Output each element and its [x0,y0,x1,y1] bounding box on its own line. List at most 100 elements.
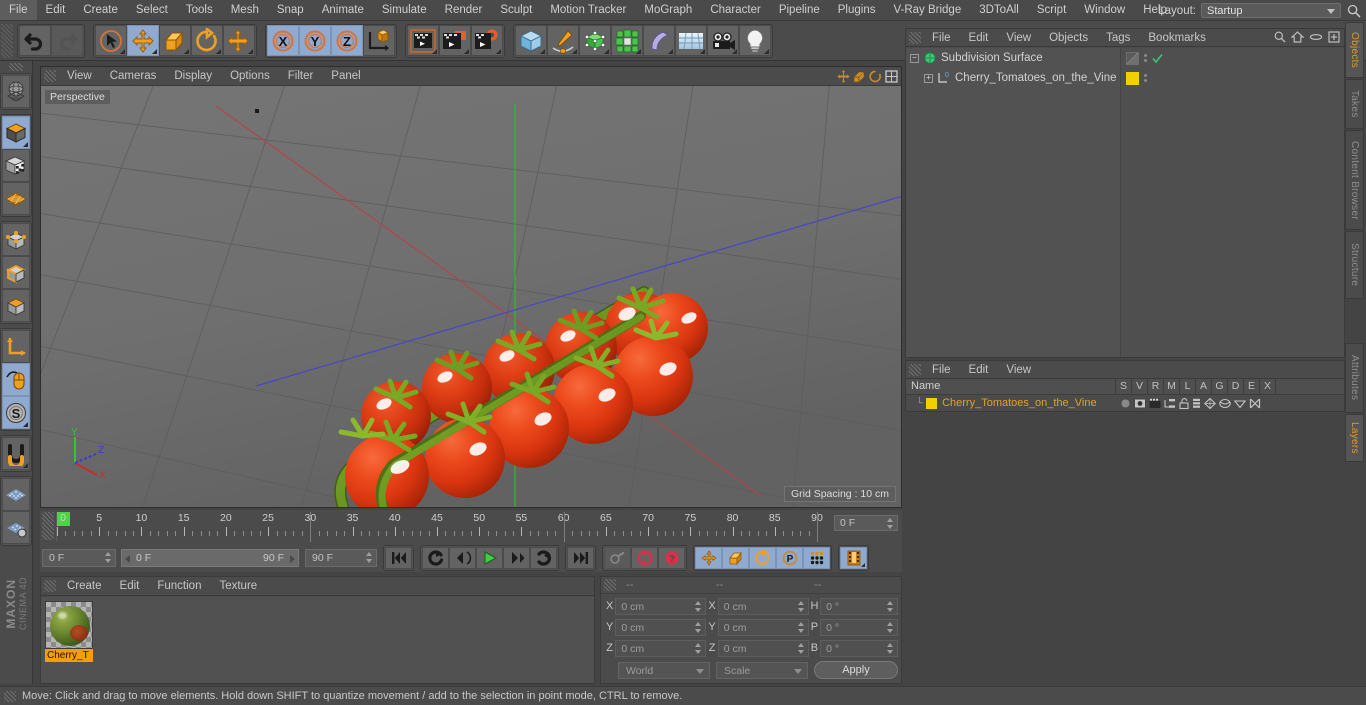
live-selection-tool[interactable] [95,25,127,56]
move-duplicate-tool[interactable] [223,25,255,56]
plus-box-icon[interactable] [1328,31,1340,43]
range-left-arrow-icon[interactable] [125,555,130,563]
scale-viewport-icon[interactable] [853,70,866,83]
timeline-max-frame-input[interactable]: 90 F [305,549,377,567]
material-menu-edit[interactable]: Edit [111,577,149,595]
step-back-button[interactable] [449,547,476,569]
object-row-cherry-tomatoes[interactable]: + 0 Cherry_Tomatoes_on_the_Vine [906,68,1120,88]
layer-menu-file[interactable]: File [923,361,960,379]
spinner-icon[interactable] [886,600,894,612]
polygons-mode-button[interactable] [2,289,30,322]
lock-x-axis[interactable]: X [267,25,299,56]
object-menu-edit[interactable]: Edit [960,29,998,47]
xref-icon[interactable] [1249,398,1261,409]
status-bar-grip[interactable] [4,690,16,702]
go-to-start-button[interactable] [385,547,412,569]
scale-tool[interactable] [159,25,191,56]
add-generator-button[interactable] [579,25,611,56]
solo-dot-icon[interactable] [1120,398,1131,409]
expression-icon[interactable] [1234,398,1246,409]
coord-rot-field-p[interactable]: 0 ° [820,618,898,636]
object-menu-bookmarks[interactable]: Bookmarks [1139,29,1215,47]
size-mode-dropdown[interactable]: Scale [715,661,808,679]
layer-column-a[interactable]: A [1196,379,1212,394]
add-light-button[interactable] [739,25,771,56]
search-icon[interactable] [1344,1,1364,21]
spinner-icon[interactable] [797,642,805,654]
edges-mode-button[interactable] [2,256,30,289]
menu-mograph[interactable]: MoGraph [635,0,701,20]
tab-objects[interactable]: Objects [1345,22,1364,78]
spinner-icon[interactable] [695,621,702,633]
coord-pos-field-z[interactable]: 0 cm [615,639,707,657]
left-toolbar-grip[interactable] [9,63,23,71]
go-to-next-key-button[interactable] [530,547,557,569]
layout-select[interactable]: Startup [1201,3,1341,18]
record-param-button[interactable]: P [776,547,803,569]
layer-row[interactable]: └ Cherry_Tomatoes_on_the_Vine [906,395,1344,411]
spinner-icon[interactable] [886,621,894,633]
viewport-solo-button[interactable] [2,363,30,396]
timeline-grip[interactable] [42,512,54,540]
toolbar-grip[interactable] [1,23,13,58]
menu-render[interactable]: Render [436,0,492,20]
viewport-menu-display[interactable]: Display [165,67,221,85]
search-icon[interactable] [1274,31,1286,43]
rotate-viewport-icon[interactable] [869,70,882,83]
record-scale-button[interactable] [722,547,749,569]
visible-eye-icon[interactable] [1134,398,1146,409]
coord-size-field-x[interactable]: 0 cm [717,597,809,615]
go-to-end-button[interactable] [567,547,594,569]
layer-color-swatch[interactable] [926,397,938,409]
coord-size-field-z[interactable]: 0 cm [717,639,809,657]
viewport-canvas[interactable]: Perspective Grid Spacing : 10 cm Y X Z [41,86,901,507]
viewport-menu-panel[interactable]: Panel [322,67,369,85]
apply-button[interactable]: Apply [813,661,898,679]
spinner-icon[interactable] [695,642,702,654]
menu-create[interactable]: Create [74,0,127,20]
object-menu-objects[interactable]: Objects [1040,29,1097,47]
object-axis-mode-button[interactable] [2,330,30,363]
step-forward-button[interactable] [503,547,530,569]
make-editable-button[interactable] [2,75,30,108]
timeline-range-slider[interactable]: 0 F 90 F [121,549,299,567]
layer-column-x[interactable]: X [1260,379,1276,394]
points-mode-button[interactable] [2,223,30,256]
spinner-icon[interactable] [797,621,805,633]
coord-pos-field-y[interactable]: 0 cm [615,618,707,636]
material-thumbnail[interactable] [45,601,93,649]
workplane-lock-button[interactable] [2,511,30,544]
add-deformer-button[interactable] [643,25,675,56]
viewport-grip[interactable] [44,70,56,82]
menu-edit[interactable]: Edit [37,0,75,20]
enable-snapping-button[interactable]: S [2,396,30,429]
timeline-ruler[interactable]: 051015202530354045505560657075808590 [56,512,900,542]
spinner-icon[interactable] [797,600,805,612]
play-button[interactable] [476,547,503,569]
texture-mode-button[interactable] [2,149,30,182]
menu-character[interactable]: Character [701,0,770,20]
menu-tools[interactable]: Tools [177,0,222,20]
expand-collapse-icon[interactable]: + [924,73,933,83]
material-manager-grip[interactable] [44,580,56,592]
lock-y-axis[interactable]: Y [299,25,331,56]
animation-bars-icon[interactable] [1192,398,1201,409]
tab-layers[interactable]: Layers [1345,414,1364,462]
layer-column-d[interactable]: D [1228,379,1244,394]
layer-column-s[interactable]: S [1116,379,1132,394]
material-tag-swatch[interactable] [1126,71,1139,85]
expand-collapse-icon[interactable]: − [910,53,919,63]
layer-row-name-cell[interactable]: └ Cherry_Tomatoes_on_the_Vine [906,397,1116,409]
animation-mode-button[interactable] [840,547,867,569]
spinner-icon[interactable] [886,642,894,654]
record-pla-button[interactable] [803,547,830,569]
tab-structure[interactable]: Structure [1345,231,1364,299]
menu-sculpt[interactable]: Sculpt [491,0,541,20]
layer-menu-edit[interactable]: Edit [960,361,998,379]
menu-plugins[interactable]: Plugins [829,0,885,20]
menu-mesh[interactable]: Mesh [222,0,268,20]
record-rotation-button[interactable] [749,547,776,569]
display-toggle-icon[interactable] [1126,51,1139,65]
object-manager-grip[interactable] [909,31,921,44]
model-mode-button[interactable] [2,116,30,149]
